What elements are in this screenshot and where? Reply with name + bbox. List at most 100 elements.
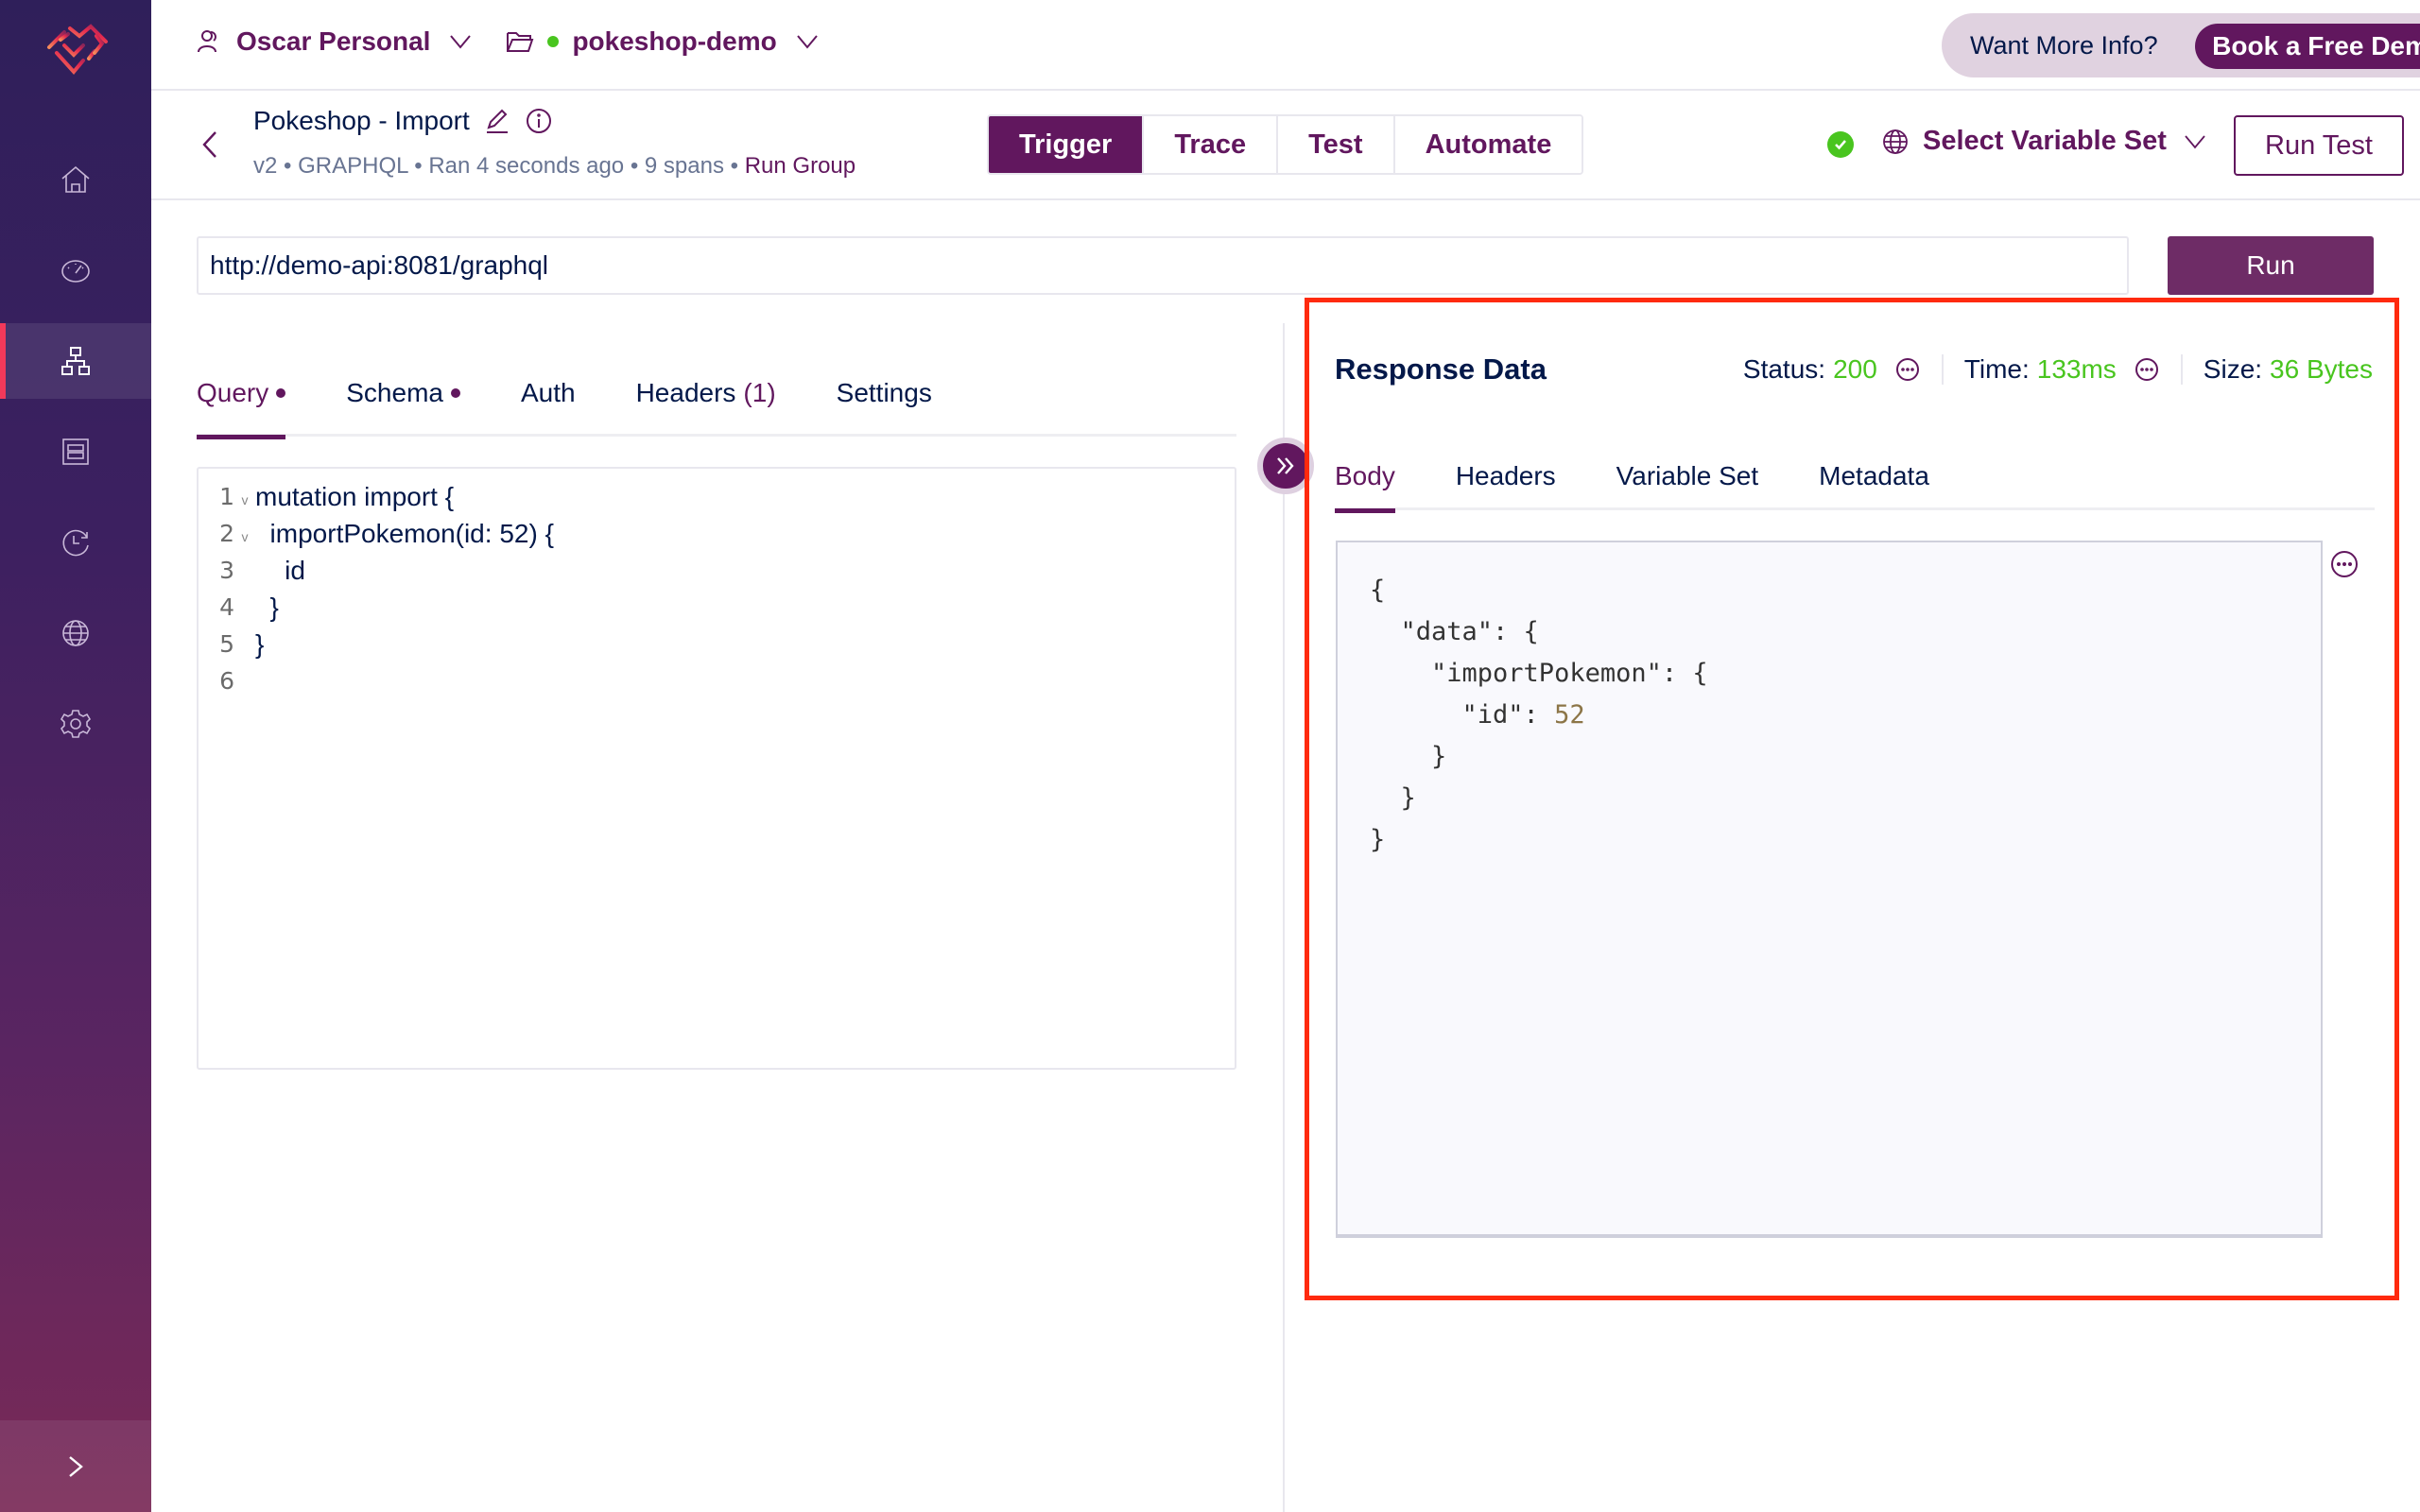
query-editor[interactable]: 1 v mutation import { 2v importPokemon(id:… — [197, 467, 1236, 1070]
sidebar-item-settings[interactable] — [0, 686, 151, 762]
test-type: GRAPHQL — [298, 153, 408, 179]
tab-trigger[interactable]: Trigger — [989, 116, 1145, 173]
line-number: 4 — [219, 593, 234, 621]
chevron-down-icon[interactable] — [449, 34, 472, 49]
variable-set-label: Select Variable Set — [1923, 126, 2167, 156]
test-title-row: Pokeshop - Import — [253, 106, 553, 136]
sidebar-item-tests[interactable] — [0, 323, 151, 399]
code-line: 6 — [199, 662, 1235, 699]
meta-separator: • — [730, 153, 739, 179]
environment-status-dot — [547, 36, 560, 47]
json-text: } — [1370, 824, 1386, 854]
globe-icon — [1883, 129, 1908, 154]
tab-automate[interactable]: Automate — [1394, 116, 1582, 173]
response-body[interactable]: { "data": { "importPokemon": { "id": 52 … — [1336, 541, 2323, 1238]
back-arrow-icon[interactable] — [199, 129, 221, 161]
json-line: } — [1370, 777, 2289, 818]
tab-label: Auth — [520, 378, 576, 407]
sidebar-item-home[interactable] — [0, 142, 151, 217]
code-text: mutation import { — [255, 481, 455, 511]
chevron-down-icon[interactable] — [796, 34, 819, 49]
sidebar-expand-button[interactable] — [0, 1420, 151, 1512]
top-bar: Oscar Personal pokeshop-demo Want More I… — [151, 0, 2420, 91]
tab-settings[interactable]: Settings — [837, 369, 932, 418]
logo-icon — [47, 24, 108, 76]
pane-divider[interactable] — [1283, 323, 1285, 1512]
history-icon — [62, 529, 89, 557]
time-stat: Time: 133ms — [1964, 354, 2160, 385]
sitemap-icon — [61, 347, 90, 375]
sidebar-item-environments[interactable] — [0, 595, 151, 671]
fold-icon[interactable]: v — [236, 492, 253, 507]
environment-name[interactable]: pokeshop-demo — [572, 26, 776, 57]
tab-response-headers[interactable]: Headers — [1456, 452, 1556, 501]
line-number: 2 — [219, 520, 234, 547]
size-label: Size: — [2203, 354, 2263, 384]
json-text: { — [1370, 575, 1386, 605]
headers-count: (1) — [743, 378, 776, 407]
test-meta: v2 • GRAPHQL • Ran 4 seconds ago • 9 spa… — [253, 153, 856, 180]
sidebar-item-suites[interactable] — [0, 414, 151, 490]
json-line: } — [1370, 735, 2289, 777]
users-icon — [198, 30, 216, 53]
chevron-right-icon — [69, 1455, 83, 1477]
test-header: Pokeshop - Import v2 • GRAPHQL • Ran 4 s… — [151, 91, 2420, 200]
run-status-badge — [1827, 131, 1854, 158]
json-number: 52 — [1554, 699, 1585, 730]
suite-icon — [62, 438, 89, 465]
run-test-button[interactable]: Run Test — [2234, 115, 2404, 176]
divider — [2180, 354, 2183, 385]
json-text: "importPokemon": { — [1370, 658, 1708, 688]
tab-headers[interactable]: Headers (1) — [636, 369, 776, 418]
test-version: v2 — [253, 153, 278, 179]
line-number: 1 — [219, 483, 234, 510]
code-text: id — [255, 555, 305, 585]
url-input[interactable] — [197, 236, 2129, 295]
modified-dot — [450, 388, 460, 398]
gauge-icon — [61, 260, 90, 283]
book-demo-button[interactable]: Book a Free Demo — [2195, 24, 2420, 69]
more-icon[interactable] — [1894, 356, 1921, 383]
time-value: 133ms — [2036, 354, 2117, 384]
json-line: "importPokemon": { — [1370, 652, 2289, 694]
fold-icon[interactable]: v — [236, 529, 253, 544]
tab-auth[interactable]: Auth — [521, 369, 576, 418]
tab-variable-set[interactable]: Variable Set — [1616, 452, 1758, 501]
tab-query[interactable]: Query — [197, 369, 286, 439]
tab-test[interactable]: Test — [1278, 116, 1395, 173]
gear-icon — [60, 710, 92, 738]
code-text: } — [255, 592, 279, 622]
run-group-link[interactable]: Run Group — [745, 153, 856, 179]
status-stat: Status: 200 — [1743, 354, 1921, 385]
tab-label: Settings — [836, 378, 932, 407]
edit-icon[interactable] — [483, 107, 511, 135]
sidebar-item-runs[interactable] — [0, 505, 151, 580]
code-text: } — [255, 628, 265, 659]
more-icon[interactable] — [2134, 356, 2160, 383]
tab-label: Schema — [346, 378, 443, 407]
size-value: 36 Bytes — [2270, 354, 2373, 384]
tab-body[interactable]: Body — [1335, 452, 1395, 513]
tab-label: Query — [197, 378, 269, 407]
run-button[interactable]: Run — [2168, 236, 2374, 295]
variable-set-selector[interactable]: Select Variable Set — [1881, 126, 2206, 157]
sidebar — [0, 0, 151, 1512]
toggle-response-panel-button[interactable] — [1257, 438, 1314, 494]
tab-metadata[interactable]: Metadata — [1819, 452, 1929, 501]
organization-name[interactable]: Oscar Personal — [236, 26, 430, 57]
app-logo[interactable] — [36, 13, 112, 79]
json-text: } — [1370, 782, 1416, 813]
json-line: "id": 52 — [1370, 694, 2289, 735]
sidebar-item-dashboard[interactable] — [0, 232, 151, 308]
info-icon[interactable] — [525, 107, 553, 135]
meta-separator: • — [284, 153, 292, 179]
tab-schema[interactable]: Schema — [346, 369, 460, 418]
status-label: Status: — [1742, 354, 1826, 384]
folder-icon — [507, 32, 534, 52]
tab-trace[interactable]: Trace — [1144, 116, 1279, 173]
more-icon[interactable] — [2328, 548, 2360, 580]
code-line: 2v importPokemon(id: 52) { — [199, 515, 1235, 552]
code-text: importPokemon(id: 52) { — [255, 518, 554, 548]
test-spans: 9 spans — [644, 153, 724, 179]
promo-text: Want More Info? — [1970, 30, 2158, 60]
